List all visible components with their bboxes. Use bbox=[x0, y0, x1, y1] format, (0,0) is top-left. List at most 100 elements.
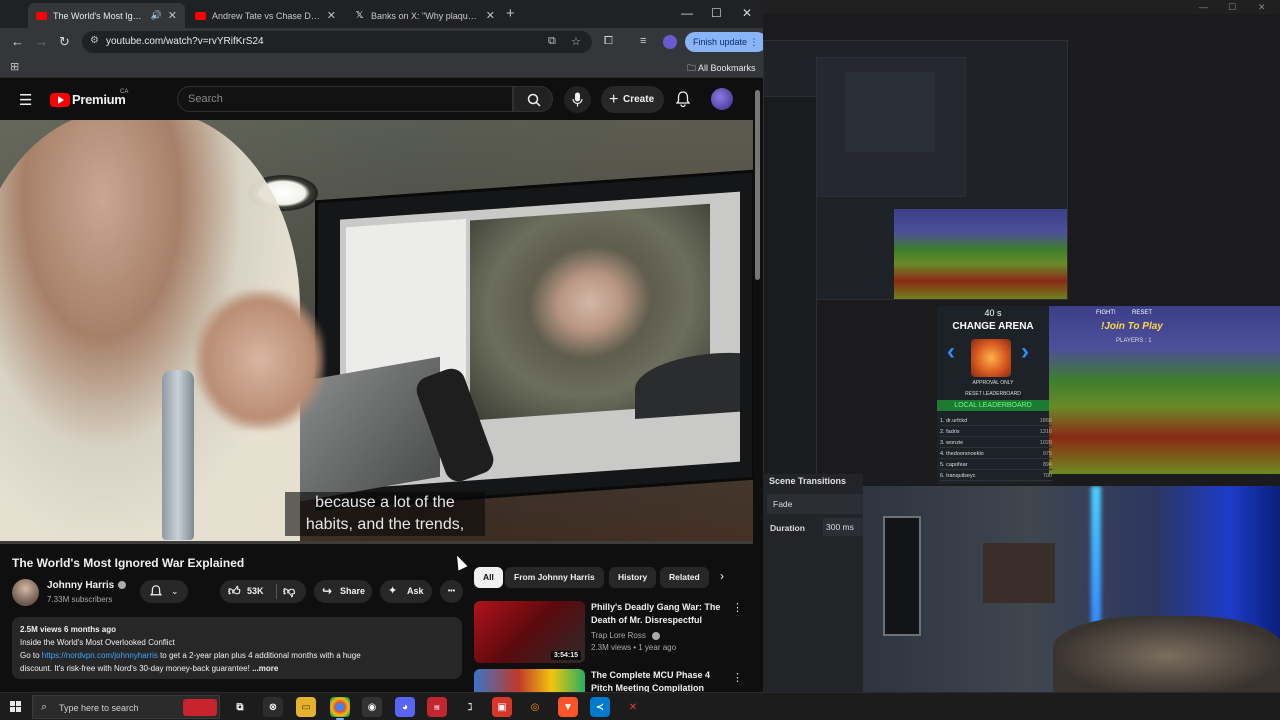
file-explorer-icon[interactable]: ▭ bbox=[296, 697, 316, 717]
scene-transitions-header: Scene Transitions bbox=[769, 476, 847, 486]
subscription-bell-button[interactable]: ⌄ bbox=[140, 580, 188, 603]
caption-line: because a lot of the bbox=[315, 494, 455, 511]
recommended-video[interactable]: 3:54:15 Philly's Deadly Gang War: The De… bbox=[474, 601, 754, 665]
leaderboard-player: 4. thedoorsnoeklo bbox=[940, 451, 984, 457]
tab-close-icon[interactable]: ✕ bbox=[486, 9, 495, 22]
youtube-logo-icon[interactable] bbox=[50, 93, 70, 107]
discord-taskbar-icon[interactable]: ◕ bbox=[395, 697, 415, 717]
recommended-video[interactable]: The Complete MCU Phase 4 Pitch Meeting C… bbox=[474, 669, 754, 692]
brave-taskbar-icon[interactable]: ▼ bbox=[558, 697, 578, 717]
red-app-taskbar-icon[interactable]: ▤ bbox=[427, 697, 447, 717]
speaker-icon[interactable]: 🔊 bbox=[151, 10, 162, 21]
search-input[interactable]: Search bbox=[177, 86, 513, 112]
leaderboard-player: 1. dr.urfckd bbox=[940, 418, 968, 424]
recommendation-channel[interactable]: Trap Lore Ross bbox=[591, 631, 661, 640]
obs-minimize-button[interactable]: — bbox=[1199, 2, 1208, 12]
obs-close-button[interactable]: ✕ bbox=[1258, 2, 1266, 13]
chrome-taskbar-icon[interactable] bbox=[330, 697, 350, 720]
video-progress-bar[interactable] bbox=[0, 541, 753, 544]
share-button[interactable]: ↪ Share bbox=[314, 580, 372, 603]
finish-update-label: Finish update bbox=[693, 37, 748, 47]
search-placeholder: Search bbox=[188, 93, 223, 105]
tab-andrew-tate[interactable]: Andrew Tate vs Chase DeMoor ✕ bbox=[187, 3, 344, 28]
obs-maximize-button[interactable]: ☐ bbox=[1228, 2, 1236, 13]
dislike-button[interactable]: 👎︎ bbox=[283, 580, 295, 603]
kebab-menu-icon[interactable]: ⋮ bbox=[732, 671, 743, 684]
recommendation-title[interactable]: The Complete MCU Phase 4 Pitch Meeting C… bbox=[591, 669, 731, 692]
video-thumbnail[interactable] bbox=[474, 669, 585, 692]
chevron-right-icon[interactable]: › bbox=[720, 569, 724, 583]
tab-close-icon[interactable]: ✕ bbox=[168, 9, 177, 22]
description-text: Go to bbox=[20, 651, 42, 660]
video-description[interactable]: 2.5M views 6 months ago Inside the World… bbox=[12, 617, 462, 679]
vscode-taskbar-icon[interactable]: ≺ bbox=[590, 697, 610, 717]
new-tab-button[interactable]: + bbox=[506, 5, 515, 22]
more-actions-button[interactable]: ••• bbox=[440, 580, 463, 603]
site-info-icon[interactable]: ⚙ bbox=[90, 35, 99, 46]
windows-start-icon[interactable] bbox=[10, 701, 21, 712]
page-scrollbar[interactable] bbox=[755, 90, 760, 280]
duration-input[interactable]: 300 ms bbox=[823, 518, 863, 536]
chip-history[interactable]: History bbox=[609, 567, 657, 588]
tab-close-icon[interactable]: ✕ bbox=[327, 9, 336, 22]
channel-avatar[interactable] bbox=[12, 579, 39, 606]
tab-title: Andrew Tate vs Chase DeMoor bbox=[212, 10, 321, 21]
bookmark-star-icon[interactable]: ☆ bbox=[571, 35, 581, 48]
show-more-link[interactable]: ...more bbox=[252, 664, 278, 673]
minimize-button[interactable]: — bbox=[681, 6, 693, 20]
maximize-button[interactable]: ☐ bbox=[711, 6, 722, 20]
notifications-bell-icon[interactable] bbox=[676, 91, 690, 107]
apps-grid-icon[interactable]: ⊞ bbox=[10, 60, 19, 73]
transition-select[interactable]: Fade bbox=[767, 494, 865, 514]
voice-search-button[interactable] bbox=[564, 86, 591, 113]
app-icon-dark[interactable]: ⊗ bbox=[263, 697, 283, 717]
taskbar-search-input[interactable]: ⌕ Type here to search bbox=[32, 695, 220, 719]
chip-from-johnny-harris[interactable]: From Johnny Harris bbox=[505, 567, 604, 588]
leaderboard-score: 1316 bbox=[1039, 429, 1052, 435]
sponsor-link[interactable]: https://nordvpn.com/johnnyharris bbox=[42, 651, 158, 660]
forward-button[interactable]: → bbox=[35, 34, 48, 49]
install-app-icon[interactable]: ⧉ bbox=[548, 35, 556, 48]
tab-youtube-video[interactable]: The World's Most Ignored W 🔊 ✕ bbox=[28, 3, 185, 28]
close-window-button[interactable]: ✕ bbox=[742, 6, 752, 20]
reset-label: RESET bbox=[1132, 310, 1153, 316]
task-view-icon[interactable]: ⧉ bbox=[230, 697, 250, 717]
video-frame-call bbox=[470, 203, 740, 421]
join-to-play-title: !Join To Play bbox=[1101, 321, 1163, 332]
ask-button[interactable]: ✦ Ask bbox=[380, 580, 432, 603]
tab-strip: The World's Most Ignored W 🔊 ✕ Andrew Ta… bbox=[0, 0, 763, 28]
search-button[interactable] bbox=[513, 86, 553, 112]
extensions-icon[interactable]: ⧠ bbox=[604, 35, 613, 48]
youtube-premium-wordmark[interactable]: Premium bbox=[72, 92, 126, 107]
like-button[interactable]: 👍︎ bbox=[228, 580, 241, 603]
menu-hamburger-icon[interactable]: ☰ bbox=[19, 91, 32, 109]
chip-related[interactable]: Related bbox=[660, 567, 709, 588]
video-thumbnail[interactable]: 3:54:15 bbox=[474, 601, 585, 663]
create-button[interactable]: + Create bbox=[601, 86, 664, 113]
account-avatar[interactable] bbox=[711, 88, 733, 110]
blender-taskbar-icon[interactable]: ◎ bbox=[525, 697, 545, 717]
kebab-menu-icon[interactable]: ⋮ bbox=[732, 601, 743, 614]
more-actions-icon: ••• bbox=[447, 588, 456, 595]
finish-update-button[interactable]: Finish update ⋮ bbox=[685, 32, 763, 52]
obs-title-bar: — ☐ ✕ bbox=[763, 0, 1280, 14]
description-line: discount. It's risk-free with Nord's 30-… bbox=[20, 662, 454, 675]
app-taskbar-icon[interactable]: ℷ bbox=[460, 697, 480, 717]
profile-avatar[interactable] bbox=[663, 35, 677, 49]
reload-button[interactable]: ↻ bbox=[59, 34, 70, 50]
app-x-taskbar-icon[interactable]: ✕ bbox=[623, 697, 643, 717]
tab-x-post[interactable]: 𝕏 Banks on X: "Why plaqueboym ✕ bbox=[346, 3, 503, 28]
video-player[interactable]: because a lot of the habits, and the tre… bbox=[0, 120, 753, 544]
media-controls-icon[interactable]: ≡ bbox=[640, 35, 646, 47]
all-bookmarks-button[interactable]: 🗀 All Bookmarks bbox=[687, 61, 756, 77]
arena-timer: 40 s bbox=[984, 308, 1002, 318]
recommendation-title[interactable]: Philly's Deadly Gang War: The Death of M… bbox=[591, 601, 731, 627]
app-red-square-icon[interactable]: ▣ bbox=[492, 697, 512, 717]
youtube-masthead: ☰ Premium CA Search + Create bbox=[0, 80, 763, 120]
back-button[interactable]: ← bbox=[11, 34, 24, 49]
chip-all[interactable]: All bbox=[474, 567, 503, 588]
obs-taskbar-icon[interactable]: ◉ bbox=[362, 697, 382, 717]
channel-name[interactable]: Johnny Harris bbox=[47, 580, 127, 591]
recommendation-meta: 2.3M views • 1 year ago bbox=[591, 643, 677, 652]
address-bar[interactable]: ⚙ youtube.com/watch?v=rvYRifKrS24 ⧉ ☆ bbox=[82, 31, 592, 53]
